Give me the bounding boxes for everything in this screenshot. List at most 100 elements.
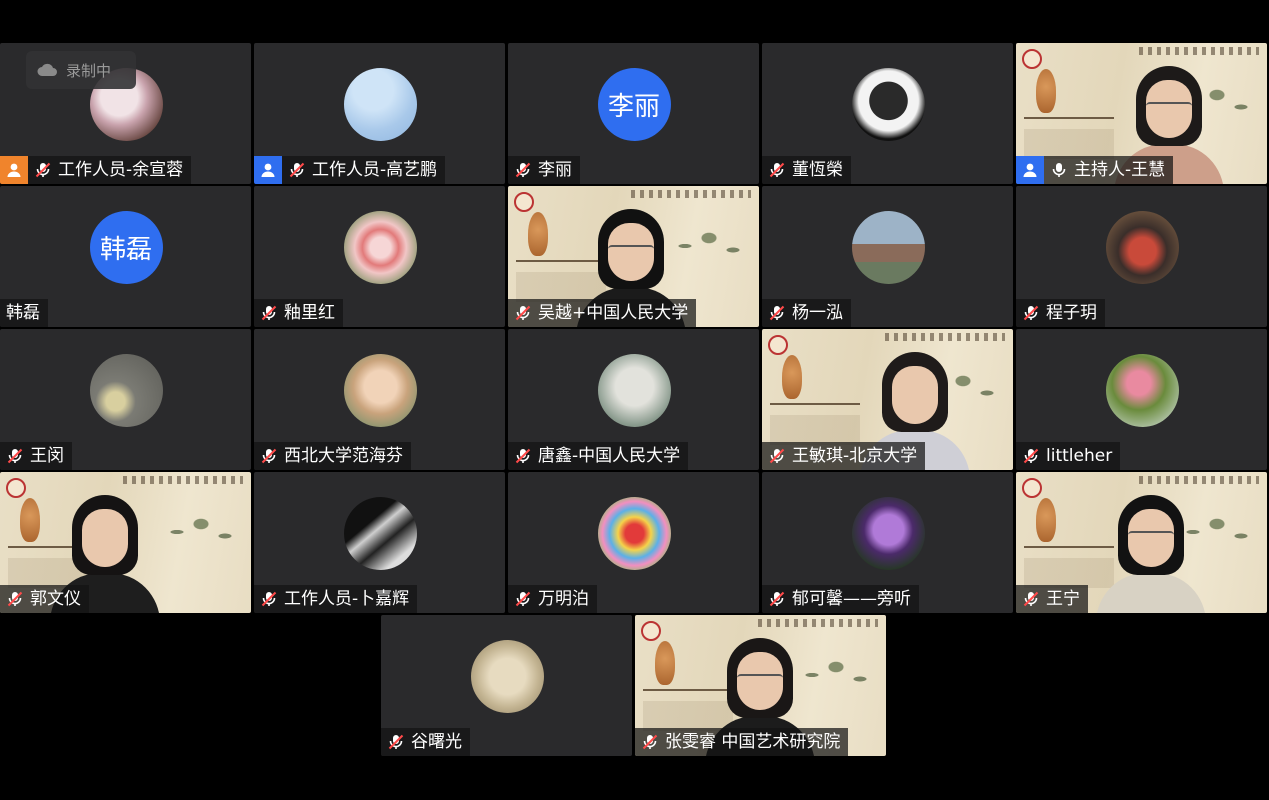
participant-name-label: 李丽 <box>508 156 580 184</box>
mic-muted-icon <box>261 591 277 607</box>
participant-tile[interactable]: 韩磊 韩磊 <box>0 186 251 327</box>
participant-tile[interactable]: 李丽 李丽 <box>508 43 759 184</box>
participant-tile[interactable]: 万明泊 <box>508 472 759 613</box>
avatar <box>343 211 417 284</box>
participant-name-label: 王敏琪-北京大学 <box>762 442 926 470</box>
mic-muted-icon <box>642 734 658 750</box>
person-face <box>82 509 128 567</box>
participant-tile[interactable]: 谷曙光 <box>381 615 632 756</box>
participant-tile[interactable]: 唐鑫-中国人民大学 <box>508 329 759 470</box>
participant-tile[interactable]: 吴越+中国人民大学 <box>508 186 759 327</box>
participant-tile[interactable]: 王闵 <box>0 329 251 470</box>
mic-muted-icon <box>769 162 785 178</box>
background-lantern <box>528 212 548 256</box>
participant-tile[interactable]: 杨一泓 <box>762 186 1013 327</box>
mic-muted-icon <box>7 448 23 464</box>
mic-muted-icon <box>289 162 305 178</box>
cloud-icon <box>37 63 57 76</box>
participant-name: 韩磊 <box>6 303 40 323</box>
mic-muted-icon <box>515 305 531 321</box>
participant-name-label: 吴越+中国人民大学 <box>508 299 697 327</box>
glasses <box>1128 531 1174 545</box>
participant-name-label: 釉里红 <box>254 299 343 327</box>
background-lantern <box>782 355 802 399</box>
participant-tile[interactable]: 釉里红 <box>254 186 505 327</box>
participant-name: 杨一泓 <box>792 303 843 323</box>
participant-name-label: 工作人员-高艺鹏 <box>254 156 446 184</box>
user-icon <box>261 163 275 177</box>
participant-name: 工作人员-卜嘉辉 <box>284 589 410 609</box>
participant-name-label: 王宁 <box>1016 585 1088 613</box>
participant-name: 工作人员-高艺鹏 <box>312 160 438 180</box>
avatar <box>343 354 417 427</box>
mic-muted-icon <box>769 305 785 321</box>
staff-badge <box>0 156 28 184</box>
avatar <box>597 497 671 570</box>
participant-name-label: 主持人-王慧 <box>1016 156 1174 184</box>
participant-name-label: 西北大学范海芬 <box>254 442 411 470</box>
glasses <box>737 674 783 688</box>
background-lantern <box>1036 498 1056 542</box>
background-calli <box>758 619 878 627</box>
background-calli <box>1139 47 1259 55</box>
avatar <box>343 497 417 570</box>
background-calli <box>1139 476 1259 484</box>
mic-muted-icon <box>769 448 785 464</box>
participant-name-label: 郭文仪 <box>0 585 89 613</box>
mic-muted-icon <box>1023 591 1039 607</box>
participant-name: 工作人员-余宣蓉 <box>58 160 184 180</box>
participant-name: 唐鑫-中国人民大学 <box>538 446 681 466</box>
participant-name-label: 王闵 <box>0 442 72 470</box>
participant-tile[interactable]: 郁可馨——旁听 <box>762 472 1013 613</box>
avatar: 韩磊 <box>89 211 163 284</box>
avatar <box>597 354 671 427</box>
user-icon <box>1023 163 1037 177</box>
background-table-deco <box>770 403 860 445</box>
participant-name: 釉里红 <box>284 303 335 323</box>
background-calli <box>631 190 751 198</box>
avatar <box>851 211 925 284</box>
participant-name-label: 唐鑫-中国人民大学 <box>508 442 689 470</box>
participant-tile[interactable]: 工作人员-卜嘉辉 <box>254 472 505 613</box>
participant-tile[interactable]: littleher <box>1016 329 1267 470</box>
participant-name: 王闵 <box>30 446 64 466</box>
avatar <box>851 68 925 141</box>
background-lantern <box>655 641 675 685</box>
participant-tile[interactable]: 张雯睿 中国艺术研究院 <box>635 615 886 756</box>
participant-name: littleher <box>1046 446 1113 466</box>
participant-name: 程子玥 <box>1046 303 1097 323</box>
participant-tile[interactable]: 主持人-王慧 <box>1016 43 1267 184</box>
participant-name: 王宁 <box>1046 589 1080 609</box>
participant-tile[interactable]: 王敏琪-北京大学 <box>762 329 1013 470</box>
background-seal <box>1022 49 1042 69</box>
participant-tile[interactable]: 西北大学范海芬 <box>254 329 505 470</box>
background-lantern <box>20 498 40 542</box>
mic-muted-icon <box>261 448 277 464</box>
avatar <box>89 354 163 427</box>
participant-tile[interactable]: 工作人员-高艺鹏 <box>254 43 505 184</box>
participant-tile[interactable]: 郭文仪 <box>0 472 251 613</box>
recording-label: 录制中 <box>66 61 112 80</box>
participant-tile[interactable]: 董恆榮 <box>762 43 1013 184</box>
participant-name-label: 韩磊 <box>0 299 48 327</box>
participant-name: 郭文仪 <box>30 589 81 609</box>
participant-name: 张雯睿 中国艺术研究院 <box>665 732 841 752</box>
participant-name-label: 谷曙光 <box>381 728 470 756</box>
user-badge <box>254 156 282 184</box>
participant-tile[interactable]: 王宁 <box>1016 472 1267 613</box>
participant-tile[interactable]: 程子玥 <box>1016 186 1267 327</box>
recording-indicator[interactable]: 录制中 <box>26 51 136 89</box>
participant-video <box>1096 489 1206 613</box>
mic-muted-icon <box>1023 305 1039 321</box>
mic-muted-icon <box>7 591 23 607</box>
video-gallery: 录制中 工作人员-余宣蓉 工作人员-高艺鹏 李丽 李丽 董恆榮 主持人-王慧 韩磊 韩磊 釉里红… <box>0 0 1269 800</box>
participant-name: 王敏琪-北京大学 <box>792 446 918 466</box>
participant-name: 万明泊 <box>538 589 589 609</box>
avatar <box>1105 354 1179 427</box>
glasses <box>608 245 654 259</box>
background-seal <box>1022 478 1042 498</box>
participant-name-label: 工作人员-余宣蓉 <box>0 156 192 184</box>
participant-name-label: 郁可馨——旁听 <box>762 585 919 613</box>
background-seal <box>641 621 661 641</box>
mic-icon <box>1052 163 1066 177</box>
